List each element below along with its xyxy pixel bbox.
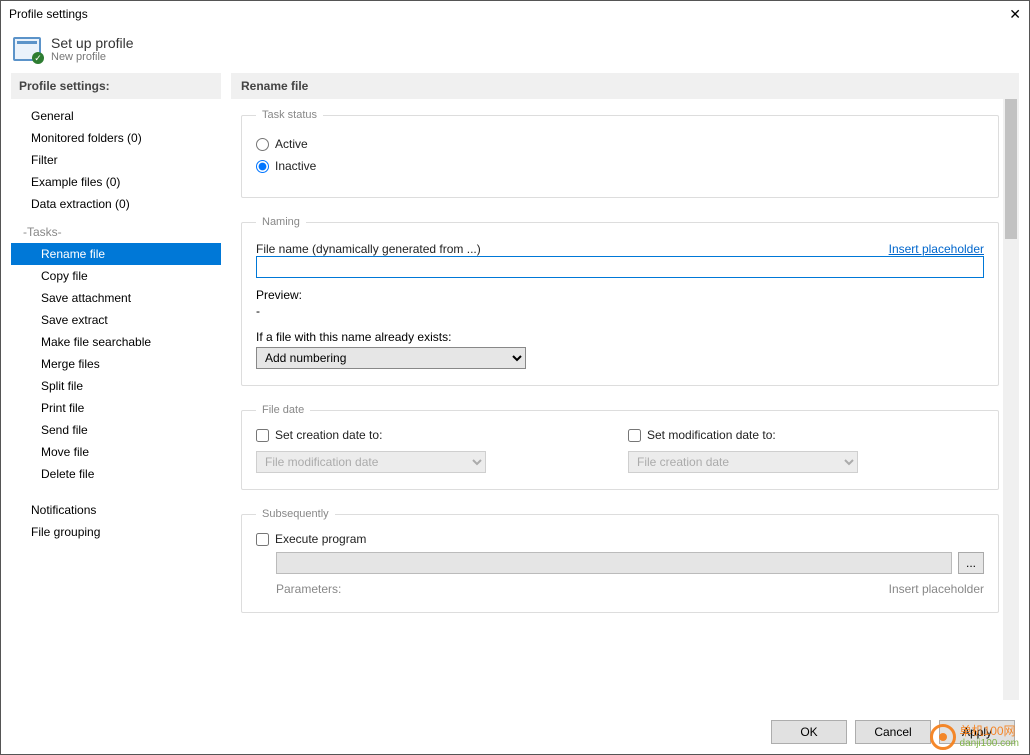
sidebar-item[interactable]: General [11,105,221,127]
file-date-group: File date Set creation date to: File mod… [241,404,999,490]
set-modification-label: Set modification date to: [647,428,776,442]
window-titlebar: Profile settings ✕ [1,1,1029,27]
sidebar-item[interactable]: Monitored folders (0) [11,127,221,149]
sidebar-item[interactable]: Data extraction (0) [11,193,221,215]
content-heading: Rename file [231,73,1019,99]
sidebar-item[interactable]: Move file [11,441,221,463]
modification-date-select: File creation date [628,451,858,473]
filename-label: File name (dynamically generated from ..… [256,242,481,256]
insert-placeholder-params: Insert placeholder [889,582,984,596]
sidebar-separator: -Tasks- [11,215,221,243]
sidebar-item[interactable]: Notifications [11,499,221,521]
naming-group: Naming File name (dynamically generated … [241,216,999,386]
apply-button[interactable]: Apply [939,720,1015,744]
ok-button[interactable]: OK [771,720,847,744]
vertical-scrollbar[interactable] [1003,99,1019,700]
close-icon[interactable]: ✕ [981,6,1021,23]
label-active: Active [275,137,308,151]
cancel-button[interactable]: Cancel [855,720,931,744]
set-modification-checkbox[interactable] [628,429,641,442]
page-title: Set up profile [51,35,134,51]
preview-value: - [256,304,984,318]
sidebar-item[interactable]: File grouping [11,521,221,543]
filename-input[interactable] [256,256,984,278]
set-creation-label: Set creation date to: [275,428,382,442]
sidebar-heading: Profile settings: [11,73,221,99]
sidebar-item[interactable]: Print file [11,397,221,419]
task-status-group: Task status Active Inactive [241,109,999,198]
sidebar-separator [11,485,221,499]
subsequently-legend: Subsequently [256,508,335,520]
parameters-label: Parameters: [276,582,341,596]
creation-date-select: File modification date [256,451,486,473]
sidebar-item[interactable]: Make file searchable [11,331,221,353]
insert-placeholder-link[interactable]: Insert placeholder [889,242,984,256]
sidebar-item[interactable]: Save attachment [11,287,221,309]
sidebar-item[interactable]: Rename file [11,243,221,265]
label-inactive: Inactive [275,159,316,173]
sidebar-item[interactable]: Example files (0) [11,171,221,193]
page-subtitle: New profile [51,51,134,63]
preview-label: Preview: [256,288,984,302]
execute-program-checkbox[interactable] [256,533,269,546]
sidebar-item[interactable]: Split file [11,375,221,397]
sidebar-item[interactable]: Copy file [11,265,221,287]
dialog-footer: OK Cancel Apply 单机100网 danji100.com [1,710,1029,754]
execute-program-label: Execute program [275,532,366,546]
exists-select[interactable]: Add numbering [256,347,526,369]
profile-icon [13,37,41,61]
browse-button[interactable]: ... [958,552,984,574]
window-title: Profile settings [9,7,981,21]
content-panel: Rename file Task status Active Inactive … [231,73,1019,700]
radio-inactive[interactable] [256,160,269,173]
sidebar-item[interactable]: Delete file [11,463,221,485]
sidebar-list: GeneralMonitored folders (0)FilterExampl… [11,99,221,700]
radio-active[interactable] [256,138,269,151]
subsequently-group: Subsequently Execute program ... Paramet… [241,508,999,613]
sidebar-item[interactable]: Send file [11,419,221,441]
execute-program-input [276,552,952,574]
task-status-legend: Task status [256,109,323,121]
dialog-header: Set up profile New profile [1,27,1029,73]
file-date-legend: File date [256,404,310,416]
naming-legend: Naming [256,216,306,228]
sidebar-item[interactable]: Filter [11,149,221,171]
exists-label: If a file with this name already exists: [256,330,984,344]
sidebar-item[interactable]: Save extract [11,309,221,331]
sidebar-item[interactable]: Merge files [11,353,221,375]
set-creation-checkbox[interactable] [256,429,269,442]
settings-sidebar: Profile settings: GeneralMonitored folde… [11,73,221,700]
